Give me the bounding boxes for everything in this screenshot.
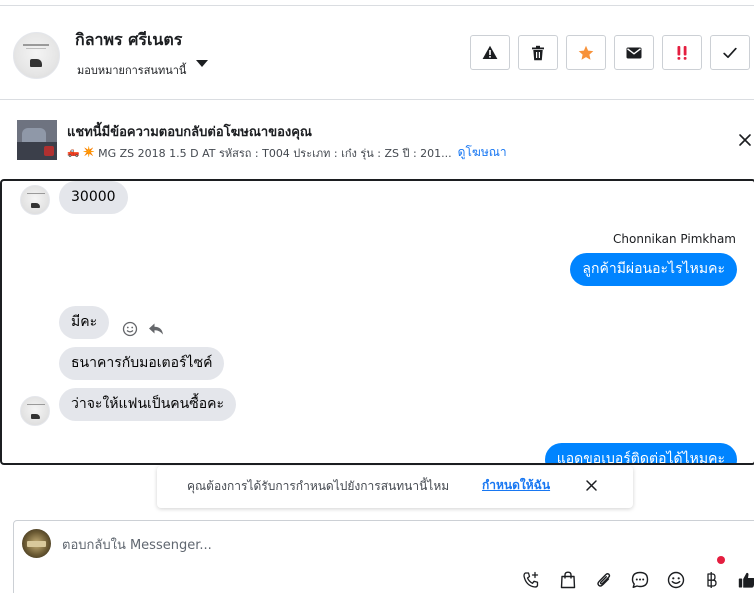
chat-bubble-icon: [631, 571, 649, 588]
checkmark-icon: [723, 47, 737, 58]
car-emoji-icon: 🛻 ✴️: [67, 147, 96, 158]
assign-to-me-link[interactable]: กำหนดให้ฉัน: [482, 476, 550, 495]
conversation-header: กิลาพร ศรีเนตร มอบหมายการสนทนานี้: [0, 6, 754, 100]
saved-replies-button[interactable]: [629, 569, 651, 591]
emoji-button[interactable]: [665, 569, 687, 591]
assign-prompt-text: คุณต้องการได้รับการกำหนดไปยังการสนทนานี้…: [187, 479, 450, 493]
ad-detail-text: MG ZS 2018 1.5 D AT รหัสรถ : T004 ประเภท…: [98, 146, 452, 160]
payment-button[interactable]: [701, 569, 723, 591]
double-exclamation-icon: [677, 45, 687, 60]
react-emoji-icon[interactable]: [122, 321, 138, 337]
chevron-down-icon[interactable]: [196, 60, 208, 67]
shop-button[interactable]: [557, 569, 579, 591]
mark-done-button[interactable]: [710, 35, 750, 70]
close-icon[interactable]: [585, 479, 598, 492]
call-button[interactable]: [520, 569, 542, 591]
message-outgoing[interactable]: แอดขอเบอร์ติดต่อได้ไหมคะ: [544, 443, 737, 463]
message-incoming[interactable]: ว่าจะให้แฟนเป็นคนซื้อคะ: [59, 388, 236, 421]
warning-icon: [482, 45, 498, 59]
follow-up-button[interactable]: [566, 35, 606, 70]
emoji-icon: [667, 571, 685, 589]
trash-icon: [532, 45, 544, 60]
star-icon: [578, 45, 594, 60]
message-composer: [13, 520, 754, 593]
assign-conversation-label[interactable]: มอบหมายการสนทนานี้: [77, 61, 186, 79]
message-outgoing[interactable]: ลูกค้ามีผ่อนอะไรไหมคะ: [570, 253, 737, 286]
contact-avatar[interactable]: [13, 32, 60, 79]
close-icon[interactable]: [738, 133, 752, 147]
ad-banner-title: แชทนี้มีข้อความตอบกลับต่อโฆษณาของคุณ: [67, 125, 312, 140]
ad-banner-detail: 🛻 ✴️ MG ZS 2018 1.5 D AT รหัสรถ : T004 ป…: [67, 143, 507, 162]
ad-thumbnail[interactable]: [17, 120, 57, 160]
contact-avatar-small: [20, 185, 50, 215]
notification-dot: [717, 556, 725, 564]
assign-prompt: คุณต้องการได้รับการกำหนดไปยังการสนทนานี้…: [157, 466, 633, 508]
delete-button[interactable]: [518, 35, 558, 70]
message-thread[interactable]: 30000 Chonnikan Pimkham ลูกค้ามีผ่อนอะไร…: [0, 179, 754, 465]
message-incoming[interactable]: มีคะ: [59, 306, 110, 339]
priority-button[interactable]: [662, 35, 702, 70]
paperclip-icon: [597, 573, 611, 587]
envelope-icon: [626, 47, 642, 58]
contact-avatar-small: [20, 396, 50, 426]
mark-spam-button[interactable]: [470, 35, 510, 70]
view-ad-link[interactable]: ดูโฆษณา: [458, 143, 507, 162]
baht-icon: [707, 572, 717, 588]
attach-button[interactable]: [593, 569, 615, 591]
reply-arrow-icon[interactable]: [148, 322, 164, 336]
contact-name[interactable]: กิลาพร ศรีเนตร: [75, 28, 182, 53]
message-incoming[interactable]: 30000: [59, 181, 128, 214]
page-avatar: [22, 529, 51, 558]
call-add-icon: [523, 571, 539, 588]
like-button[interactable]: [736, 569, 754, 591]
message-incoming[interactable]: ธนาคารกับมอเตอร์ไซค์: [59, 347, 225, 380]
mark-unread-button[interactable]: [614, 35, 654, 70]
thumbs-up-icon: [738, 572, 754, 588]
ad-reply-banner: แชทนี้มีข้อความตอบกลับต่อโฆษณาของคุณ 🛻 ✴…: [0, 101, 754, 179]
inbox-conversation-panel: กิลาพร ศรีเนตร มอบหมายการสนทนานี้ แชทนี้…: [0, 0, 754, 593]
shopping-bag-icon: [560, 571, 576, 589]
reply-input[interactable]: [62, 535, 662, 555]
message-sender-name: Chonnikan Pimkham: [613, 232, 736, 246]
